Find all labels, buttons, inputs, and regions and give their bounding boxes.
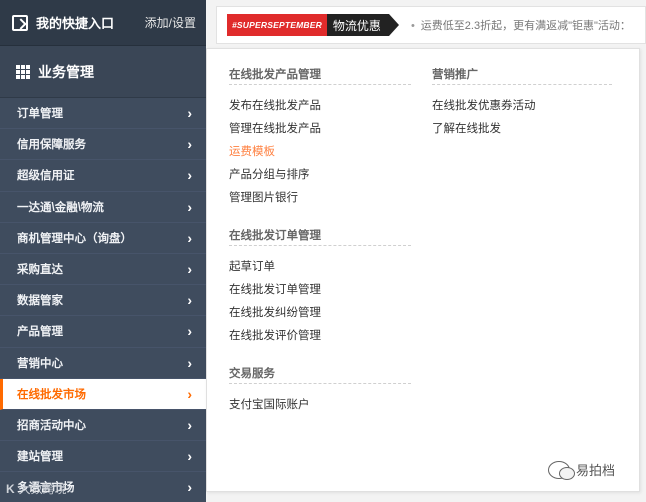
sidebar-item[interactable]: 信用保障服务 ›: [0, 129, 206, 161]
chevron-right-icon: ›: [187, 354, 192, 371]
sidebar-item-label: 营销中心: [17, 357, 63, 370]
chevron-right-icon: ›: [187, 292, 192, 309]
sidebar-item-label: 建站管理: [17, 451, 63, 464]
wechat-icon: [548, 460, 575, 480]
sidebar-item[interactable]: 订单管理 ›: [0, 98, 206, 130]
chevron-right-icon: ›: [187, 448, 192, 465]
sidebar-item[interactable]: 招商活动中心 ›: [0, 410, 206, 442]
watermark-corner-text: 大数跨境: [18, 482, 67, 496]
sidebar-item[interactable]: 营销中心 ›: [0, 348, 206, 379]
chevron-right-icon: ›: [187, 198, 192, 215]
chevron-right-icon: ›: [187, 229, 192, 246]
menu-link[interactable]: 运费模板: [229, 141, 411, 164]
sidebar-item-label: 信用保障服务: [17, 139, 86, 152]
chevron-right-icon: ›: [187, 416, 192, 433]
chevron-right-icon: ›: [187, 323, 192, 340]
sidebar-item[interactable]: 产品管理 ›: [0, 316, 206, 348]
menu-link[interactable]: 在线批发评价管理: [229, 325, 411, 348]
menu-link[interactable]: 支付宝国际账户: [229, 394, 411, 417]
flyout-column-right: 营销推广在线批发优惠券活动 了解在线批发: [432, 49, 612, 141]
chevron-right-icon: ›: [187, 479, 192, 496]
menu-section-title: 交易服务: [229, 364, 411, 384]
sidebar-item-label: 招商活动中心: [17, 419, 86, 432]
sidebar-item-label: 在线批发市场: [17, 388, 86, 401]
sidebar-item-label: 产品管理: [17, 326, 63, 339]
promo-title: 物流优惠: [326, 14, 399, 36]
sidebar-item-label: 一达通\金融\物流: [17, 201, 104, 214]
quick-access-title: 我的快捷入口: [36, 16, 115, 31]
menu-section-title: 营销推广: [432, 65, 612, 85]
watermark-corner: K 大数跨境: [6, 480, 67, 497]
sidebar-item[interactable]: 建站管理 ›: [0, 441, 206, 473]
menu-link[interactable]: 在线批发纠纷管理: [229, 302, 411, 325]
sidebar-item[interactable]: 数据管家 ›: [0, 285, 206, 317]
chevron-right-icon: ›: [187, 167, 192, 184]
sidebar-item[interactable]: 采购直达 ›: [0, 254, 206, 286]
promo-tag[interactable]: #SUPERSEPTEMBER 物流优惠: [227, 14, 399, 36]
business-management-header: 业务管理: [0, 46, 206, 98]
promo-bar[interactable]: #SUPERSEPTEMBER 物流优惠 运费低至2.3折起，更有满返减"钜惠"…: [216, 6, 646, 44]
shortcut-icon: [12, 14, 28, 31]
promo-text[interactable]: 运费低至2.3折起，更有满返减"钜惠"活动：: [411, 17, 631, 33]
watermark-brand: 易拍档: [548, 460, 616, 480]
sidebar-nav: 订单管理 › 信用保障服务 › 超级信用证 › 一达通\金融\物流 › 商机管理中心（询盘） › 采…: [0, 98, 206, 502]
sidebar-item-label: 超级信用证: [17, 170, 75, 183]
menu-link[interactable]: 产品分组与排序: [229, 164, 411, 187]
sidebar-item[interactable]: 在线批发市场 ›: [0, 378, 206, 410]
sidebar-item[interactable]: 超级信用证 ›: [0, 160, 206, 192]
menu-link[interactable]: 在线批发订单管理: [229, 279, 411, 302]
watermark-brand-text: 易拍档: [576, 463, 616, 478]
sidebar-item-label: 数据管家: [17, 295, 63, 308]
sidebar-item-label: 采购直达: [17, 264, 63, 277]
menu-link[interactable]: 发布在线批发产品: [229, 95, 411, 118]
chevron-right-icon: ›: [187, 136, 192, 153]
chevron-right-icon: ›: [187, 261, 192, 278]
menu-link[interactable]: 管理图片银行: [229, 187, 411, 210]
sidebar-item-label: 商机管理中心（询盘）: [17, 232, 132, 245]
flyout-column-left: 在线批发产品管理 发布在线批发产品 管理在线批发产品 运费模板 产品分组与排序 管理图片银…: [229, 49, 411, 417]
flyout-menu-panel: 在线批发产品管理 发布在线批发产品 管理在线批发产品 运费模板 产品分组与排序 管理图片银…: [206, 48, 640, 492]
sidebar-item[interactable]: 一达通\金融\物流 ›: [0, 192, 206, 223]
menu-section-title: 在线批发订单管理: [229, 226, 411, 246]
menu-link[interactable]: 在线批发优惠券活动: [432, 95, 612, 118]
business-management-title: 业务管理: [38, 63, 94, 80]
menu-link[interactable]: 了解在线批发: [432, 118, 612, 141]
sidebar-item[interactable]: 商机管理中心（询盘） ›: [0, 223, 206, 254]
quick-access-add-button[interactable]: 添加/设置: [145, 14, 196, 31]
promo-hashtag: #SUPERSEPTEMBER: [227, 14, 327, 36]
menu-link[interactable]: 起草订单: [229, 256, 411, 279]
grid-icon: [16, 64, 30, 79]
chevron-right-icon: ›: [187, 385, 192, 402]
quick-access-header: 我的快捷入口 添加/设置: [0, 0, 206, 46]
sidebar: 我的快捷入口 添加/设置 业务管理 订单管理 › 信用保障服务 › 超级信用证 › 一达通\…: [0, 0, 206, 502]
sidebar-item-label: 订单管理: [17, 108, 63, 121]
brand-logo-icon: K: [6, 481, 15, 496]
menu-section-title: 在线批发产品管理: [229, 65, 411, 85]
menu-link[interactable]: 管理在线批发产品: [229, 118, 411, 141]
chevron-right-icon: ›: [187, 105, 192, 122]
